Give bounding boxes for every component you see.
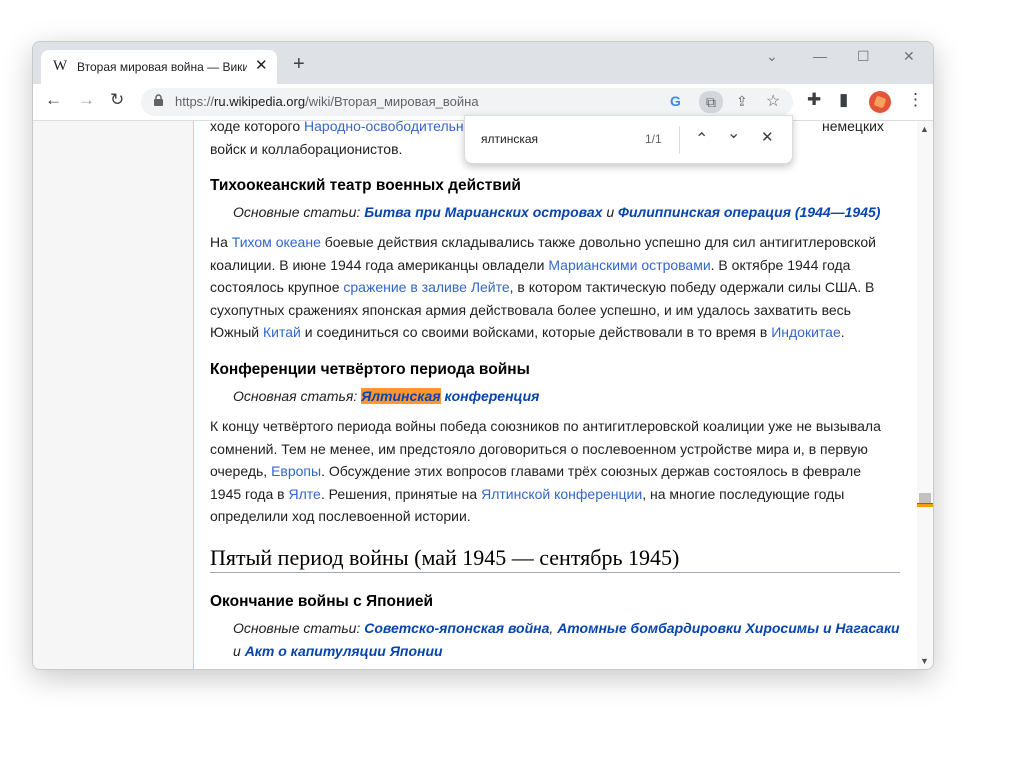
scroll-up-arrow-icon[interactable]: ▲	[920, 124, 929, 134]
hatnote-conferences: Основная статья: Ялтинская конференция	[233, 388, 540, 404]
lock-icon[interactable]	[153, 94, 164, 109]
extensions-puzzle-icon[interactable]: ✚	[807, 91, 821, 108]
title-bar: W Вторая мировая война — Википедия ✕ + ⌄…	[33, 42, 933, 84]
link-partisans[interactable]: Народно-освободительна	[304, 121, 471, 134]
find-match-count: 1/1	[645, 132, 662, 146]
link-europe[interactable]: Европы	[271, 463, 321, 479]
paragraph-conferences: К концу четвёртого периода войны победа …	[210, 418, 881, 524]
hatnote-pacific: Основные статьи: Битва при Марианских ос…	[233, 204, 881, 220]
reload-button[interactable]: ↻	[110, 91, 124, 108]
find-match-marker	[917, 503, 933, 507]
find-divider	[679, 126, 680, 154]
link-pacific-ocean[interactable]: Тихом океане	[232, 234, 321, 250]
heading-fifth-period: Пятый период войны (май 1945 — сентябрь …	[210, 546, 900, 573]
link-indochina[interactable]: Индокитае	[771, 324, 841, 340]
tab-title: Вторая мировая война — Википедия	[77, 60, 247, 74]
find-bar: ялтинская 1/1 ⌃ ⌄ ✕	[464, 115, 793, 164]
link-leyte[interactable]: сражение в заливе Лейте	[343, 279, 509, 295]
back-button[interactable]: ←	[45, 91, 62, 108]
forward-button[interactable]: →	[78, 91, 95, 108]
link-philippines[interactable]: Филиппинская операция (1944—1945)	[618, 204, 880, 220]
url-text[interactable]: https://ru.wikipedia.org/wiki/Вторая_мир…	[175, 94, 479, 109]
page-content: ходе которого Народно-освободительна неме…	[33, 121, 933, 669]
find-highlight-match[interactable]: Ялтинская	[361, 388, 441, 404]
wiki-sidebar	[33, 121, 194, 669]
heading-japan: Окончание войны с Японией	[210, 593, 434, 610]
side-panel-icon[interactable]: ▮	[839, 91, 848, 108]
link-china[interactable]: Китай	[263, 324, 301, 340]
tab-close-icon[interactable]: ✕	[255, 56, 268, 74]
wikipedia-favicon-icon: W	[53, 58, 68, 74]
maximize-button[interactable]: ☐	[857, 48, 870, 65]
link-yalta-conf[interactable]: Ялтинской конференции	[481, 486, 642, 502]
window-close-button[interactable]: ✕	[903, 48, 915, 65]
profile-avatar[interactable]	[869, 91, 891, 113]
link-yalta-conference[interactable]: конференция	[441, 388, 539, 404]
paragraph-pacific: На Тихом океане боевые действия складыва…	[210, 234, 876, 340]
minimize-button[interactable]: —	[813, 48, 827, 64]
heading-conferences: Конференции четвёртого периода войны	[210, 361, 530, 378]
scroll-down-arrow-icon[interactable]: ▼	[920, 656, 929, 666]
bookmark-star-icon[interactable]: ☆	[766, 91, 780, 111]
share-icon[interactable]: ⇪	[736, 93, 748, 110]
google-translate-icon[interactable]: G	[670, 93, 681, 109]
find-previous-button[interactable]: ⌃	[695, 132, 708, 148]
address-bar[interactable]: https://ru.wikipedia.org/wiki/Вторая_мир…	[141, 88, 793, 116]
tab-active[interactable]: W Вторая мировая война — Википедия ✕	[41, 50, 277, 84]
heading-pacific: Тихоокеанский театр военных действий	[210, 177, 521, 194]
link-mariana-islands[interactable]: Марианскими островами	[548, 257, 710, 273]
find-next-button[interactable]: ⌄	[727, 126, 740, 142]
new-tab-button[interactable]: +	[293, 54, 305, 74]
find-in-page-icon[interactable]: ⧉	[699, 91, 723, 113]
hatnote-japan: Основные статьи: Советско-японская война…	[233, 620, 900, 659]
vertical-scrollbar[interactable]: ▲ ▼	[917, 121, 933, 669]
link-atomic-bombings[interactable]: Атомные бомбардировки Хиросимы и Нагасак…	[557, 620, 899, 636]
link-soviet-japanese-war[interactable]: Советско-японская война	[364, 620, 549, 636]
menu-kebab-icon[interactable]: ⋮	[907, 91, 924, 108]
link-surrender-act[interactable]: Акт о капитуляции Японии	[245, 643, 443, 659]
link-marianas[interactable]: Битва при Марианских островах	[364, 204, 602, 220]
find-input[interactable]: ялтинская	[481, 132, 538, 146]
tab-search-chevron-icon[interactable]: ⌄	[766, 48, 778, 65]
link-yalta[interactable]: Ялте	[288, 486, 320, 502]
find-close-button[interactable]: ✕	[761, 130, 774, 145]
text-tail: немецких	[822, 121, 884, 134]
